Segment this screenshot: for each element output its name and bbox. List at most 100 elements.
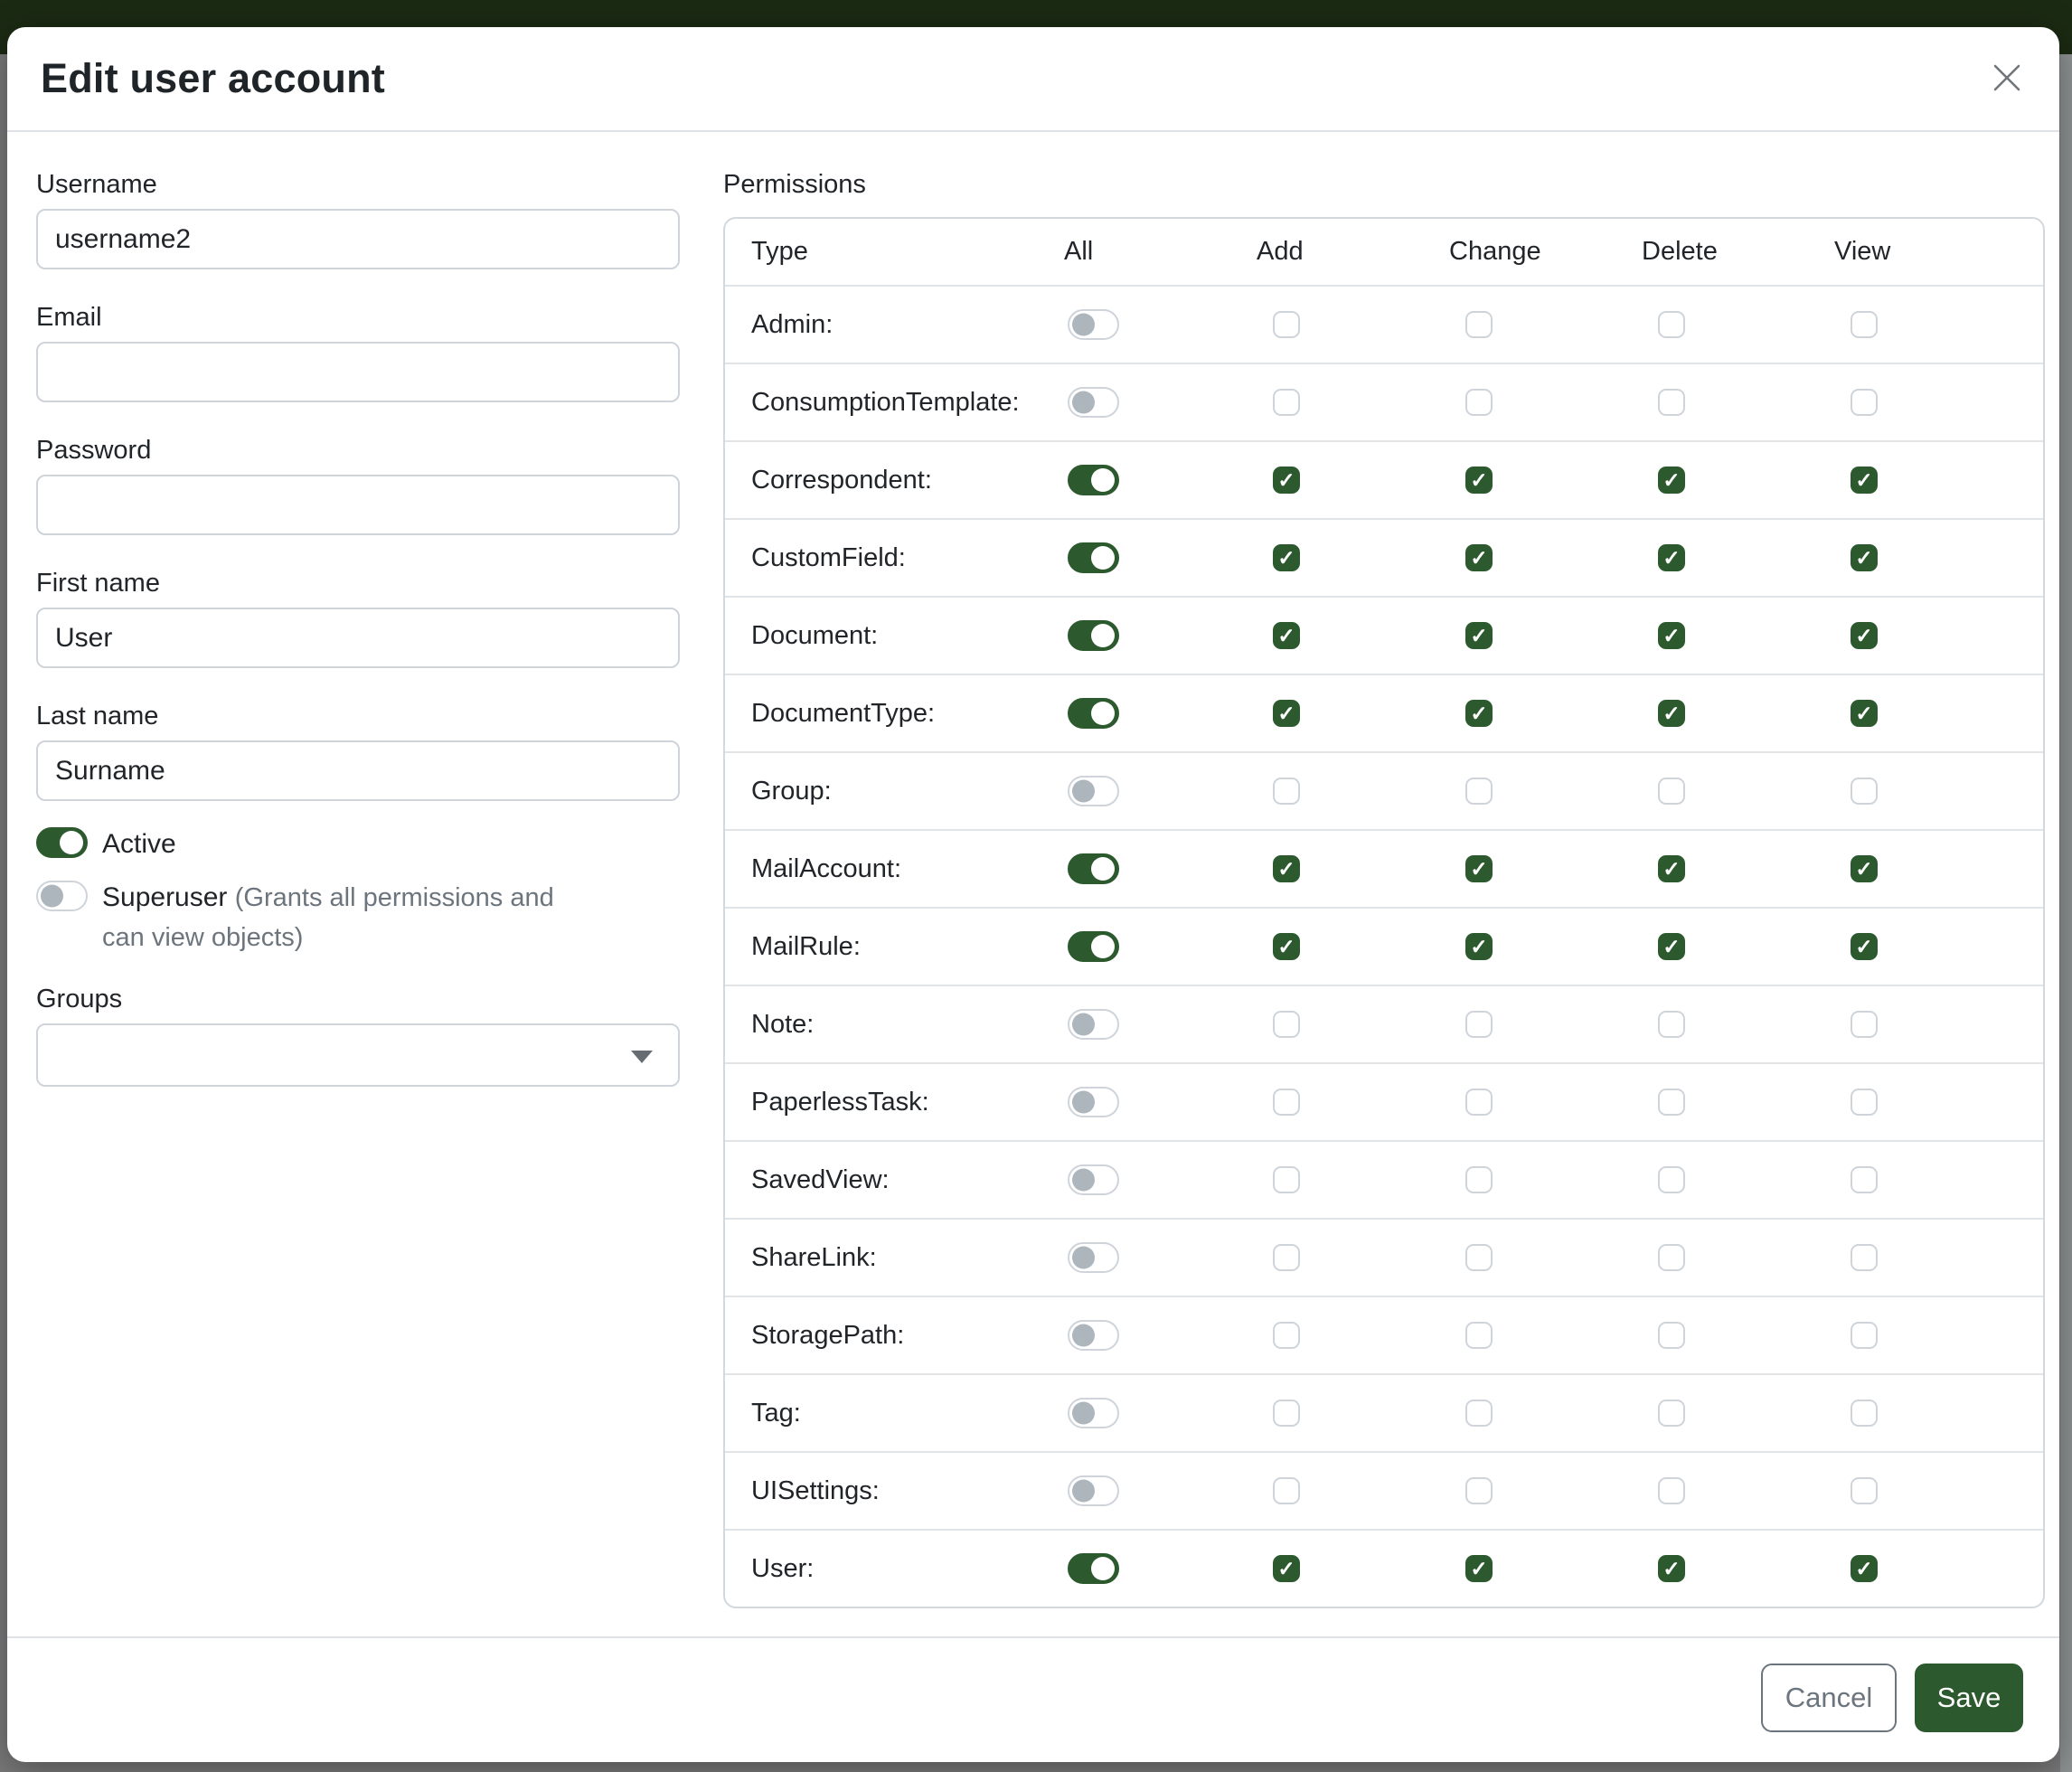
permission-add-checkbox[interactable] — [1273, 778, 1300, 805]
permission-all-toggle[interactable] — [1068, 1320, 1119, 1351]
last-name-field[interactable] — [36, 740, 680, 801]
permission-all-toggle[interactable] — [1068, 853, 1119, 884]
page-scrollbar[interactable] — [2059, 54, 2072, 1772]
permission-change-checkbox[interactable] — [1465, 1244, 1493, 1271]
permission-view-checkbox[interactable] — [1851, 389, 1878, 416]
permission-add-checkbox[interactable] — [1273, 622, 1300, 649]
permission-change-checkbox[interactable] — [1465, 1011, 1493, 1038]
permission-all-toggle[interactable] — [1068, 1087, 1119, 1117]
permission-all-toggle[interactable] — [1068, 620, 1119, 651]
superuser-toggle[interactable] — [36, 881, 88, 911]
active-toggle[interactable] — [36, 827, 88, 858]
permission-change-checkbox[interactable] — [1465, 1400, 1493, 1427]
permission-add-checkbox[interactable] — [1273, 544, 1300, 571]
permission-delete-checkbox[interactable] — [1658, 1089, 1685, 1116]
permission-change-checkbox[interactable] — [1465, 933, 1493, 960]
close-button[interactable] — [1982, 53, 2032, 104]
permission-view-checkbox[interactable] — [1851, 622, 1878, 649]
permission-add-checkbox[interactable] — [1273, 700, 1300, 727]
permission-view-checkbox[interactable] — [1851, 1011, 1878, 1038]
permission-delete-checkbox[interactable] — [1658, 1244, 1685, 1271]
password-field[interactable] — [36, 475, 680, 535]
permission-add-checkbox[interactable] — [1273, 1400, 1300, 1427]
permission-delete-checkbox[interactable] — [1658, 1166, 1685, 1193]
permission-delete-checkbox[interactable] — [1658, 700, 1685, 727]
permission-view-checkbox[interactable] — [1851, 1089, 1878, 1116]
permission-delete-checkbox[interactable] — [1658, 1400, 1685, 1427]
permission-delete-checkbox[interactable] — [1658, 622, 1685, 649]
permission-type-label: SavedView: — [725, 1165, 1055, 1195]
permission-view-checkbox[interactable] — [1851, 778, 1878, 805]
permission-change-checkbox[interactable] — [1465, 700, 1493, 727]
permission-add-checkbox[interactable] — [1273, 933, 1300, 960]
permission-all-toggle[interactable] — [1068, 931, 1119, 962]
permission-add-checkbox[interactable] — [1273, 311, 1300, 338]
permission-change-checkbox[interactable] — [1465, 778, 1493, 805]
permission-all-toggle[interactable] — [1068, 698, 1119, 729]
permissions-label: Permissions — [723, 166, 2045, 203]
permission-view-checkbox[interactable] — [1851, 855, 1878, 882]
permission-all-toggle[interactable] — [1068, 1164, 1119, 1195]
permission-all-toggle[interactable] — [1068, 465, 1119, 495]
permission-add-checkbox[interactable] — [1273, 1166, 1300, 1193]
permission-add-checkbox[interactable] — [1273, 467, 1300, 494]
permission-add-checkbox[interactable] — [1273, 1244, 1300, 1271]
permission-add-checkbox[interactable] — [1273, 1477, 1300, 1504]
permission-add-checkbox[interactable] — [1273, 1089, 1300, 1116]
permission-add-checkbox[interactable] — [1273, 1011, 1300, 1038]
permission-change-checkbox[interactable] — [1465, 544, 1493, 571]
permission-delete-checkbox[interactable] — [1658, 467, 1685, 494]
permission-add-checkbox[interactable] — [1273, 389, 1300, 416]
permission-add-checkbox[interactable] — [1273, 855, 1300, 882]
permission-all-toggle[interactable] — [1068, 776, 1119, 806]
permission-view-checkbox[interactable] — [1851, 700, 1878, 727]
permission-delete-checkbox[interactable] — [1658, 1322, 1685, 1349]
permission-view-checkbox[interactable] — [1851, 1400, 1878, 1427]
permission-delete-checkbox[interactable] — [1658, 933, 1685, 960]
permission-all-toggle[interactable] — [1068, 387, 1119, 418]
username-input[interactable] — [36, 209, 680, 269]
permission-change-checkbox[interactable] — [1465, 1089, 1493, 1116]
permission-all-toggle[interactable] — [1068, 1553, 1119, 1584]
permission-change-checkbox[interactable] — [1465, 1166, 1493, 1193]
permission-change-checkbox[interactable] — [1465, 622, 1493, 649]
permission-change-checkbox[interactable] — [1465, 467, 1493, 494]
permission-change-checkbox[interactable] — [1465, 1322, 1493, 1349]
email-field[interactable] — [36, 342, 680, 402]
groups-select[interactable] — [36, 1023, 680, 1087]
permission-delete-checkbox[interactable] — [1658, 855, 1685, 882]
permission-change-checkbox[interactable] — [1465, 855, 1493, 882]
col-header-change: Change — [1440, 237, 1633, 267]
save-button[interactable]: Save — [1915, 1664, 2023, 1732]
permission-delete-checkbox[interactable] — [1658, 1477, 1685, 1504]
permission-change-checkbox[interactable] — [1465, 1555, 1493, 1582]
permission-delete-checkbox[interactable] — [1658, 778, 1685, 805]
cancel-button[interactable]: Cancel — [1761, 1664, 1897, 1732]
permission-delete-checkbox[interactable] — [1658, 544, 1685, 571]
first-name-field[interactable] — [36, 608, 680, 668]
permission-view-checkbox[interactable] — [1851, 1477, 1878, 1504]
permission-view-checkbox[interactable] — [1851, 544, 1878, 571]
permission-view-checkbox[interactable] — [1851, 1244, 1878, 1271]
permission-change-checkbox[interactable] — [1465, 389, 1493, 416]
permission-view-checkbox[interactable] — [1851, 467, 1878, 494]
permission-delete-checkbox[interactable] — [1658, 1011, 1685, 1038]
permission-delete-checkbox[interactable] — [1658, 1555, 1685, 1582]
permission-delete-checkbox[interactable] — [1658, 311, 1685, 338]
permission-all-toggle[interactable] — [1068, 1009, 1119, 1040]
permission-all-toggle[interactable] — [1068, 309, 1119, 340]
permission-all-toggle[interactable] — [1068, 1398, 1119, 1428]
permission-view-checkbox[interactable] — [1851, 1322, 1878, 1349]
permission-all-toggle[interactable] — [1068, 542, 1119, 573]
permission-view-checkbox[interactable] — [1851, 933, 1878, 960]
permission-view-checkbox[interactable] — [1851, 311, 1878, 338]
permission-delete-checkbox[interactable] — [1658, 389, 1685, 416]
permission-add-checkbox[interactable] — [1273, 1555, 1300, 1582]
permission-all-toggle[interactable] — [1068, 1475, 1119, 1506]
permission-view-checkbox[interactable] — [1851, 1555, 1878, 1582]
permission-add-checkbox[interactable] — [1273, 1322, 1300, 1349]
permission-change-checkbox[interactable] — [1465, 1477, 1493, 1504]
permission-view-checkbox[interactable] — [1851, 1166, 1878, 1193]
permission-change-checkbox[interactable] — [1465, 311, 1493, 338]
permission-all-toggle[interactable] — [1068, 1242, 1119, 1273]
